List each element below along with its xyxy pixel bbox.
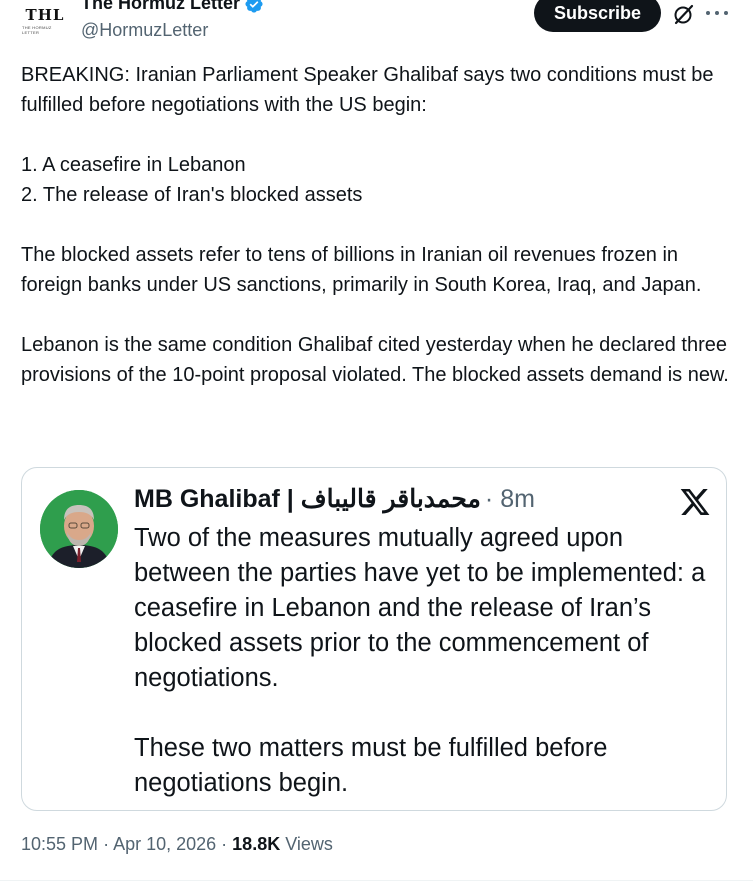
- x-logo-icon: [680, 489, 710, 515]
- more-options-icon[interactable]: [706, 4, 728, 22]
- embedded-post-time: · 8m: [484, 485, 535, 513]
- avatar-subtext: THE HORMUZ LETTER: [22, 24, 52, 35]
- embedded-post-card[interactable]: MB Ghalibaf | محمدباقر قالیباف · 8m Two …: [21, 467, 727, 811]
- tweet-paragraph: 1. A ceasefire in Lebanon 2. The release…: [21, 154, 363, 206]
- avatar-monogram: THL: [25, 5, 65, 24]
- embedded-paragraph: These two matters must be fulfilled befo…: [134, 734, 608, 797]
- tweet-metadata: 10:55 PM · Apr 10, 2026 · 18.8K Views: [21, 834, 333, 855]
- tweet-paragraph: The blocked assets refer to tens of bill…: [21, 244, 702, 296]
- author-name-row: The Hormuz Letter: [81, 0, 264, 14]
- embedded-post-text: Two of the measures mutually agreed upon…: [134, 521, 714, 801]
- post-time[interactable]: 10:55 PM: [21, 834, 98, 854]
- tweet-paragraph: BREAKING: Iranian Parliament Speaker Gha…: [21, 64, 714, 116]
- author-handle[interactable]: @HormuzLetter: [81, 20, 208, 41]
- verified-badge-icon: [245, 0, 263, 13]
- divider: [0, 880, 753, 881]
- embedded-post-header: MB Ghalibaf | محمدباقر قالیباف · 8m: [134, 484, 535, 514]
- tweet-paragraph: Lebanon is the same condition Ghalibaf c…: [21, 334, 729, 386]
- author-display-name[interactable]: The Hormuz Letter: [81, 0, 240, 14]
- separator-dot: ·: [103, 834, 114, 854]
- embedded-author-avatar[interactable]: [40, 490, 118, 568]
- separator-dot: ·: [221, 834, 233, 854]
- tweet-text: BREAKING: Iranian Parliament Speaker Gha…: [21, 60, 733, 390]
- portrait-photo: [40, 490, 118, 568]
- subscribe-button[interactable]: Subscribe: [534, 0, 661, 32]
- tweet-header: THL THE HORMUZ LETTER The Hormuz Letter …: [0, 0, 753, 56]
- embedded-paragraph: Two of the measures mutually agreed upon…: [134, 524, 706, 692]
- views-label: Views: [285, 834, 333, 854]
- views-count: 18.8K: [232, 834, 281, 854]
- embedded-author-name[interactable]: MB Ghalibaf | محمدباقر قالیباف: [134, 484, 481, 514]
- grok-icon[interactable]: [672, 2, 696, 26]
- post-date[interactable]: Apr 10, 2026: [113, 834, 216, 854]
- author-avatar[interactable]: THL THE HORMUZ LETTER: [22, 0, 68, 46]
